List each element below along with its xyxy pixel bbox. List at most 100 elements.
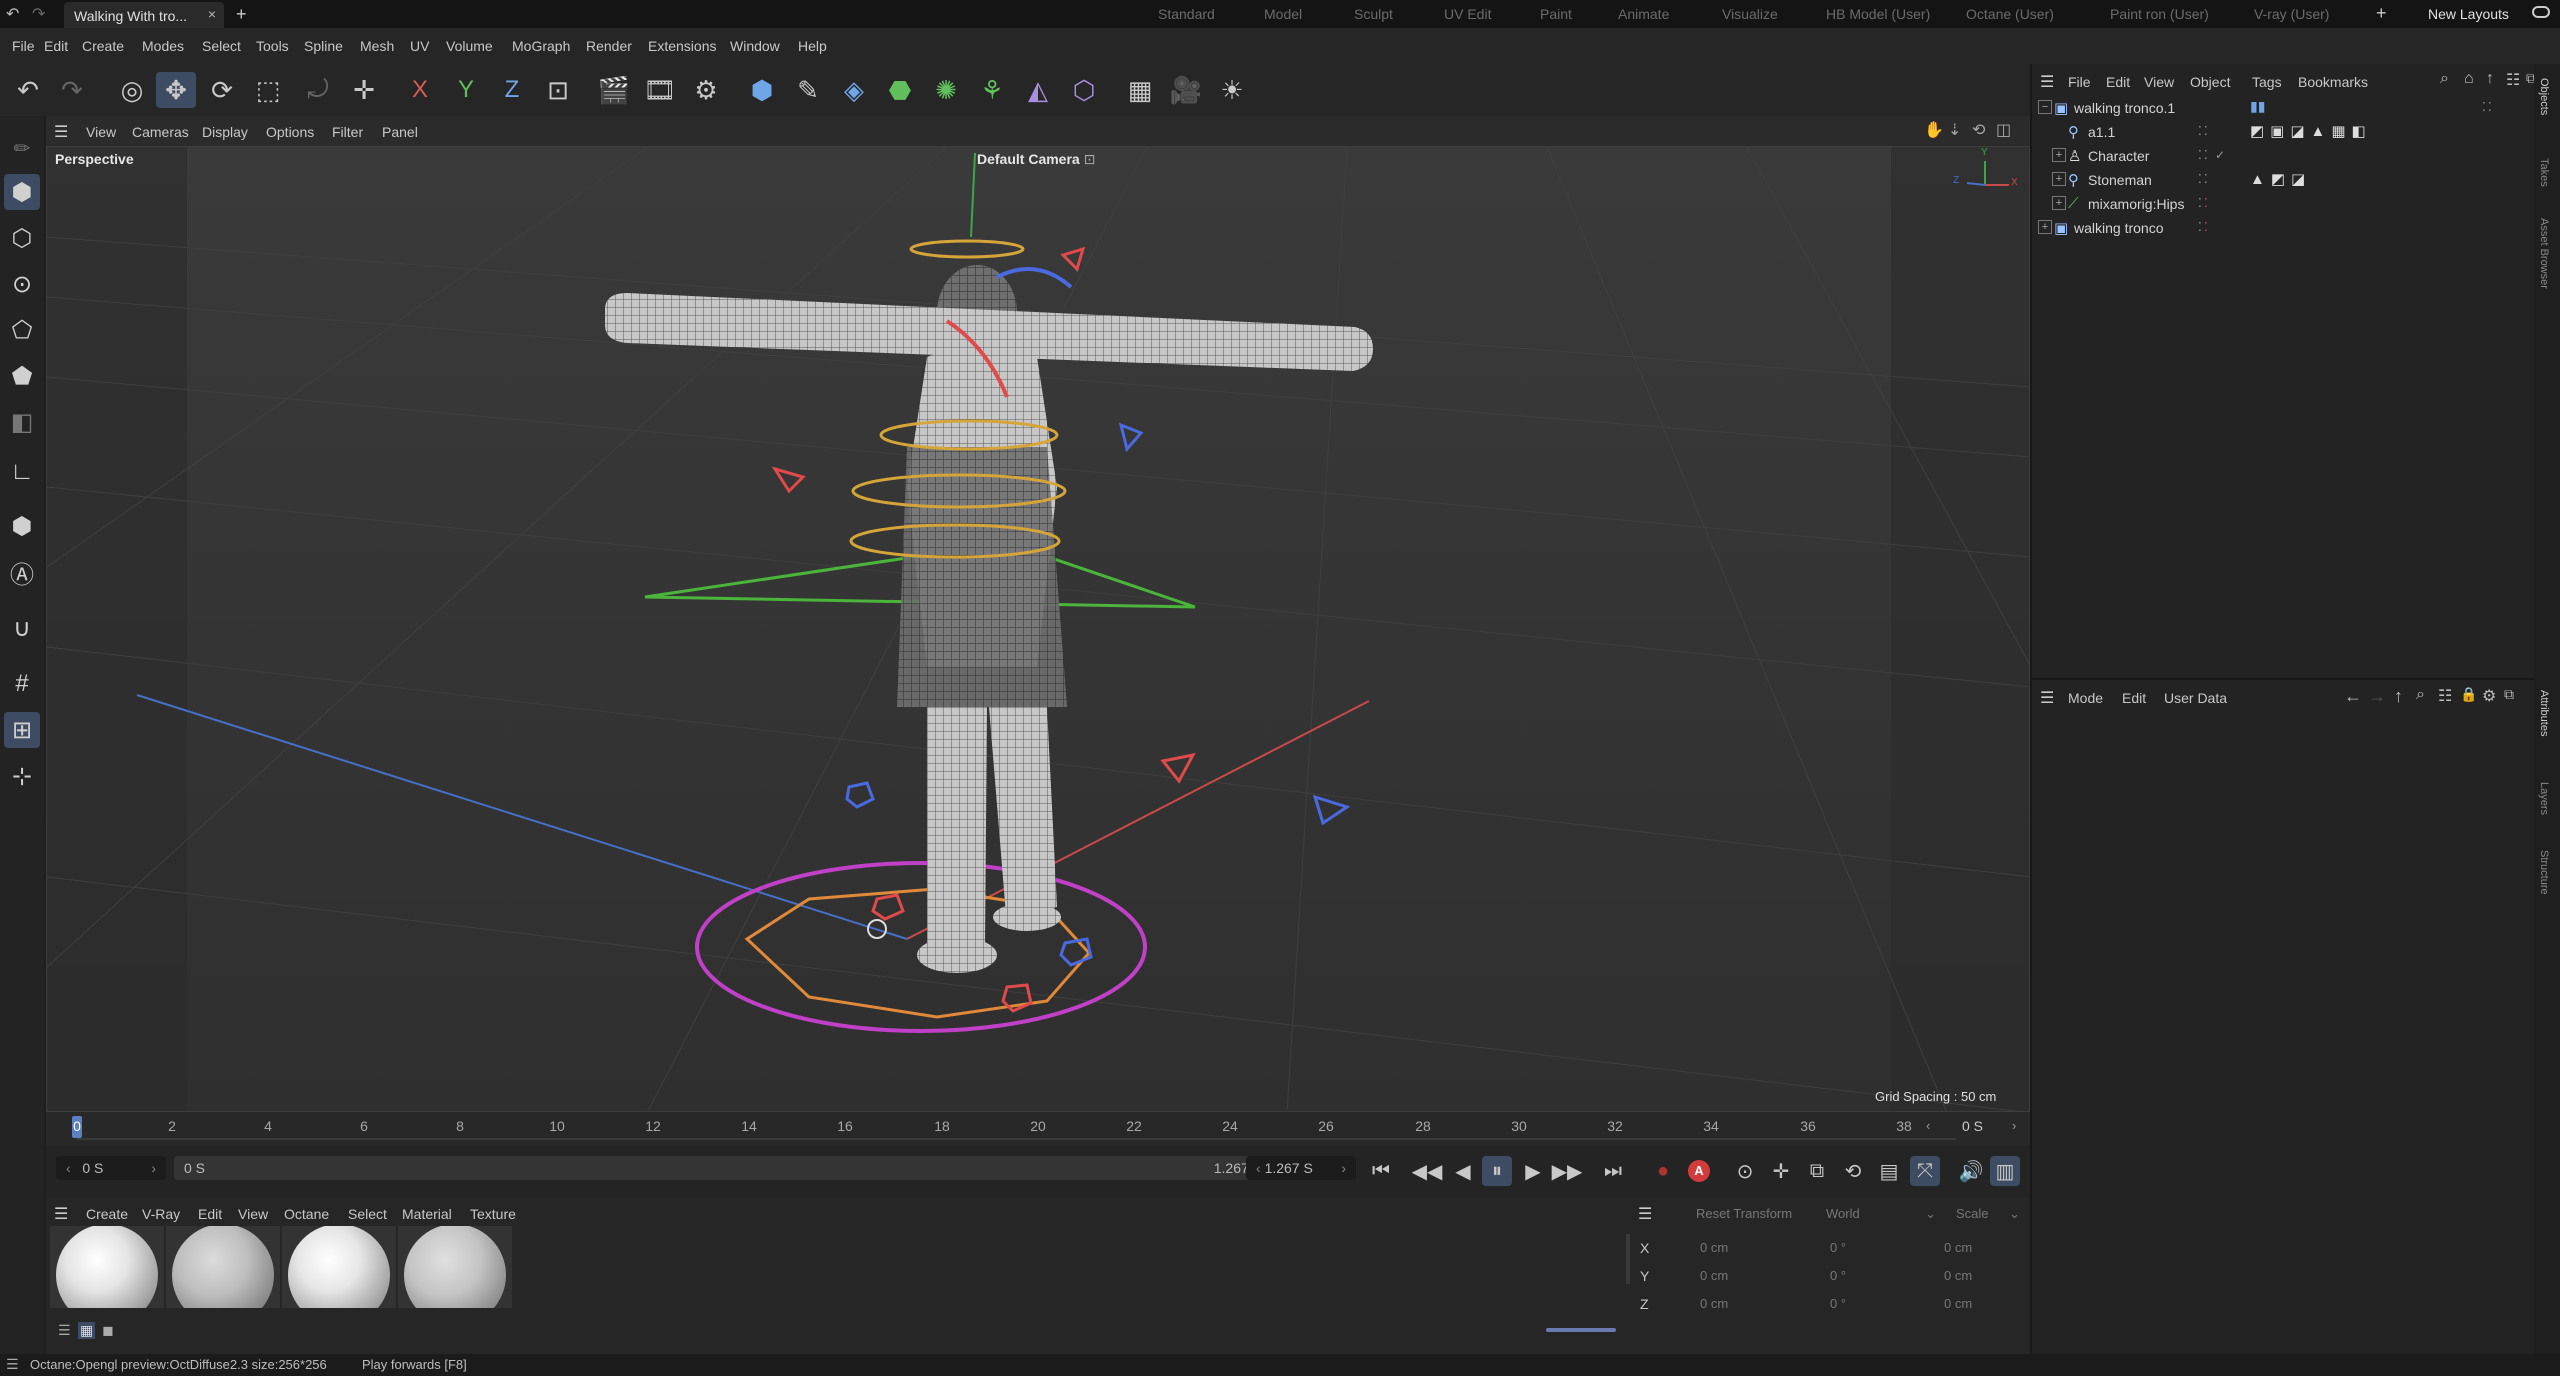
rotate-tool-icon[interactable]: ⟳ [202, 72, 242, 108]
menu-window[interactable]: Window [730, 38, 780, 54]
layout-toggle-icon[interactable] [2532, 6, 2550, 18]
attribute-menu-user-data[interactable]: User Data [2164, 690, 2227, 706]
coordinate-system-icon[interactable]: ⊡ [538, 72, 578, 108]
mograph-icon[interactable]: ⚘ [972, 72, 1012, 108]
position-y-field[interactable]: 0 cm [1700, 1268, 1728, 1283]
search-icon[interactable]: ⌕ [2440, 70, 2449, 88]
menu-tools[interactable]: Tools [256, 38, 289, 54]
tab-takes[interactable]: Takes [2538, 158, 2550, 187]
status-menu-icon[interactable]: ☰ [6, 1356, 19, 1373]
menu-create[interactable]: Create [82, 38, 124, 54]
key-position-icon[interactable]: ✛ [1766, 1156, 1796, 1186]
menu-file[interactable]: File [12, 38, 35, 54]
timeline-settings-icon[interactable]: ▥ [1990, 1156, 2020, 1186]
expand-icon[interactable]: + [2052, 196, 2066, 210]
previous-frame-icon[interactable]: ◀ [1448, 1156, 1478, 1186]
next-frame-icon[interactable]: ▶ [1518, 1156, 1548, 1186]
object-menu-icon[interactable]: ☰ [2040, 72, 2054, 92]
viewport-projection-label[interactable]: Perspective [55, 151, 134, 167]
cube-icon[interactable]: ⬢ [742, 72, 782, 108]
viewport-menu-cameras[interactable]: Cameras [132, 124, 189, 140]
menu-render[interactable]: Render [586, 38, 632, 54]
layout-vray[interactable]: V-ray (User) [2254, 6, 2329, 22]
space-dropdown[interactable]: World ⌄ [1826, 1206, 1936, 1222]
menu-volume[interactable]: Volume [446, 38, 493, 54]
key-parameter-icon[interactable]: ▤ [1874, 1156, 1904, 1186]
material-thumbnail[interactable] [166, 1226, 280, 1308]
layout-hb-model[interactable]: HB Model (User) [1826, 6, 1930, 22]
grid-snap-icon[interactable]: ⊞ [4, 712, 40, 748]
add-layout-button[interactable]: + [2376, 3, 2387, 24]
start-time-field[interactable]: ‹ 0 S › [56, 1156, 166, 1180]
search-icon[interactable]: ⌕ [2416, 686, 2425, 704]
camera-icon[interactable]: 🎥 [1166, 72, 1206, 108]
z-axis-lock-button[interactable]: Z [492, 72, 532, 108]
polygons-mode-icon[interactable]: ⬟ [4, 358, 40, 394]
collapse-icon[interactable]: − [2038, 100, 2052, 114]
viewport-menu-view[interactable]: View [86, 124, 116, 140]
thumbnail-size-slider[interactable] [1546, 1328, 1616, 1332]
key-rotation-icon[interactable]: ⟲ [1838, 1156, 1868, 1186]
play-forward-button[interactable]: ⏸ [1482, 1156, 1512, 1186]
uv-mode-icon[interactable]: ◧ [4, 404, 40, 440]
sound-icon[interactable]: 🔊 [1956, 1156, 1986, 1186]
position-z-field[interactable]: 0 cm [1700, 1296, 1728, 1311]
visibility-dots[interactable]: ⁚⁚ [2198, 124, 2210, 138]
material-menu-icon[interactable]: ☰ [54, 1204, 68, 1224]
subdivision-icon[interactable]: ◈ [834, 72, 874, 108]
keyframe-selection-icon[interactable]: ⊙ [1730, 1156, 1760, 1186]
layout-uv-edit[interactable]: UV Edit [1444, 6, 1491, 22]
menu-mograph[interactable]: MoGraph [512, 38, 570, 54]
close-tab-icon[interactable]: × [208, 6, 216, 22]
axis-mode-icon[interactable]: ∟ [4, 454, 40, 490]
viewport-menu-icon[interactable]: ☰ [54, 122, 68, 142]
rotation-x-field[interactable]: 0 ° [1830, 1240, 1846, 1255]
layout-paint[interactable]: Paint [1540, 6, 1572, 22]
tab-structure[interactable]: Structure [2538, 850, 2550, 895]
layout-animate[interactable]: Animate [1618, 6, 1669, 22]
workplane-icon[interactable]: # [4, 666, 40, 702]
locked-workplane-icon[interactable]: ⊹ [4, 758, 40, 794]
size-z-field[interactable]: 0 cm [1944, 1296, 1972, 1311]
menu-modes[interactable]: Modes [142, 38, 184, 54]
visibility-dots[interactable]: ⁚⁚ [2198, 196, 2210, 210]
new-layouts-button[interactable]: New Layouts [2428, 6, 2509, 22]
layout-paint-ron[interactable]: Paint ron (User) [2110, 6, 2209, 22]
layout-model[interactable]: Model [1264, 6, 1302, 22]
scale-tool-icon[interactable]: ⬚ [248, 72, 288, 108]
snap-magnet-icon[interactable]: ∪ [4, 610, 40, 646]
rotation-z-field[interactable]: 0 ° [1830, 1296, 1846, 1311]
up-arrow-icon[interactable]: ↑ [2394, 686, 2403, 707]
menu-select[interactable]: Select [202, 38, 241, 54]
redo-icon[interactable]: ↷ [32, 4, 45, 24]
material-thumbnail[interactable] [398, 1226, 512, 1308]
position-x-field[interactable]: 0 cm [1700, 1240, 1728, 1255]
field-icon[interactable]: ⬡ [1064, 72, 1104, 108]
menu-spline[interactable]: Spline [304, 38, 343, 54]
world-axis-icon[interactable]: ✛ [344, 72, 384, 108]
rotation-y-field[interactable]: 0 ° [1830, 1268, 1846, 1283]
x-axis-lock-button[interactable]: X [400, 72, 440, 108]
rotate-view-icon[interactable]: ⟲ [1972, 120, 1985, 140]
lock-icon[interactable]: 🔒 [2460, 686, 2477, 703]
object-menu-view[interactable]: View [2144, 74, 2174, 90]
points-mode-icon[interactable]: ⊙ [4, 266, 40, 302]
tab-attributes[interactable]: Attributes [2538, 690, 2550, 736]
previous-key-icon[interactable]: ◀◀ [1412, 1156, 1443, 1186]
object-row[interactable]: − ▣ walking tronco.1 ⁚⁚ ▮▮ [2032, 96, 2536, 120]
size-y-field[interactable]: 0 cm [1944, 1268, 1972, 1283]
object-menu-bookmarks[interactable]: Bookmarks [2298, 74, 2368, 90]
visibility-dots[interactable]: ⁚⁚ ✓ [2198, 148, 2227, 162]
viewport-menu-filter[interactable]: Filter [332, 124, 363, 140]
object-row[interactable]: + ⟋ mixamorig:Hips ⁚⁚ [2032, 192, 2536, 216]
back-arrow-icon[interactable]: ← [2344, 686, 2362, 707]
frame-prev-arrow[interactable]: ‹ [1926, 1118, 1930, 1133]
spline-pen-icon[interactable]: ✎ [788, 72, 828, 108]
tab-layers[interactable]: Layers [2538, 782, 2550, 815]
pan-view-icon[interactable]: ✋ [1924, 120, 1944, 140]
material-menu-material[interactable]: Material [402, 1206, 452, 1222]
large-view-icon[interactable]: ◼ [102, 1322, 114, 1339]
viewport-menu-display[interactable]: Display [202, 124, 248, 140]
settings-icon[interactable]: ⚙ [2482, 686, 2496, 706]
new-tab-button[interactable]: + [236, 4, 247, 25]
